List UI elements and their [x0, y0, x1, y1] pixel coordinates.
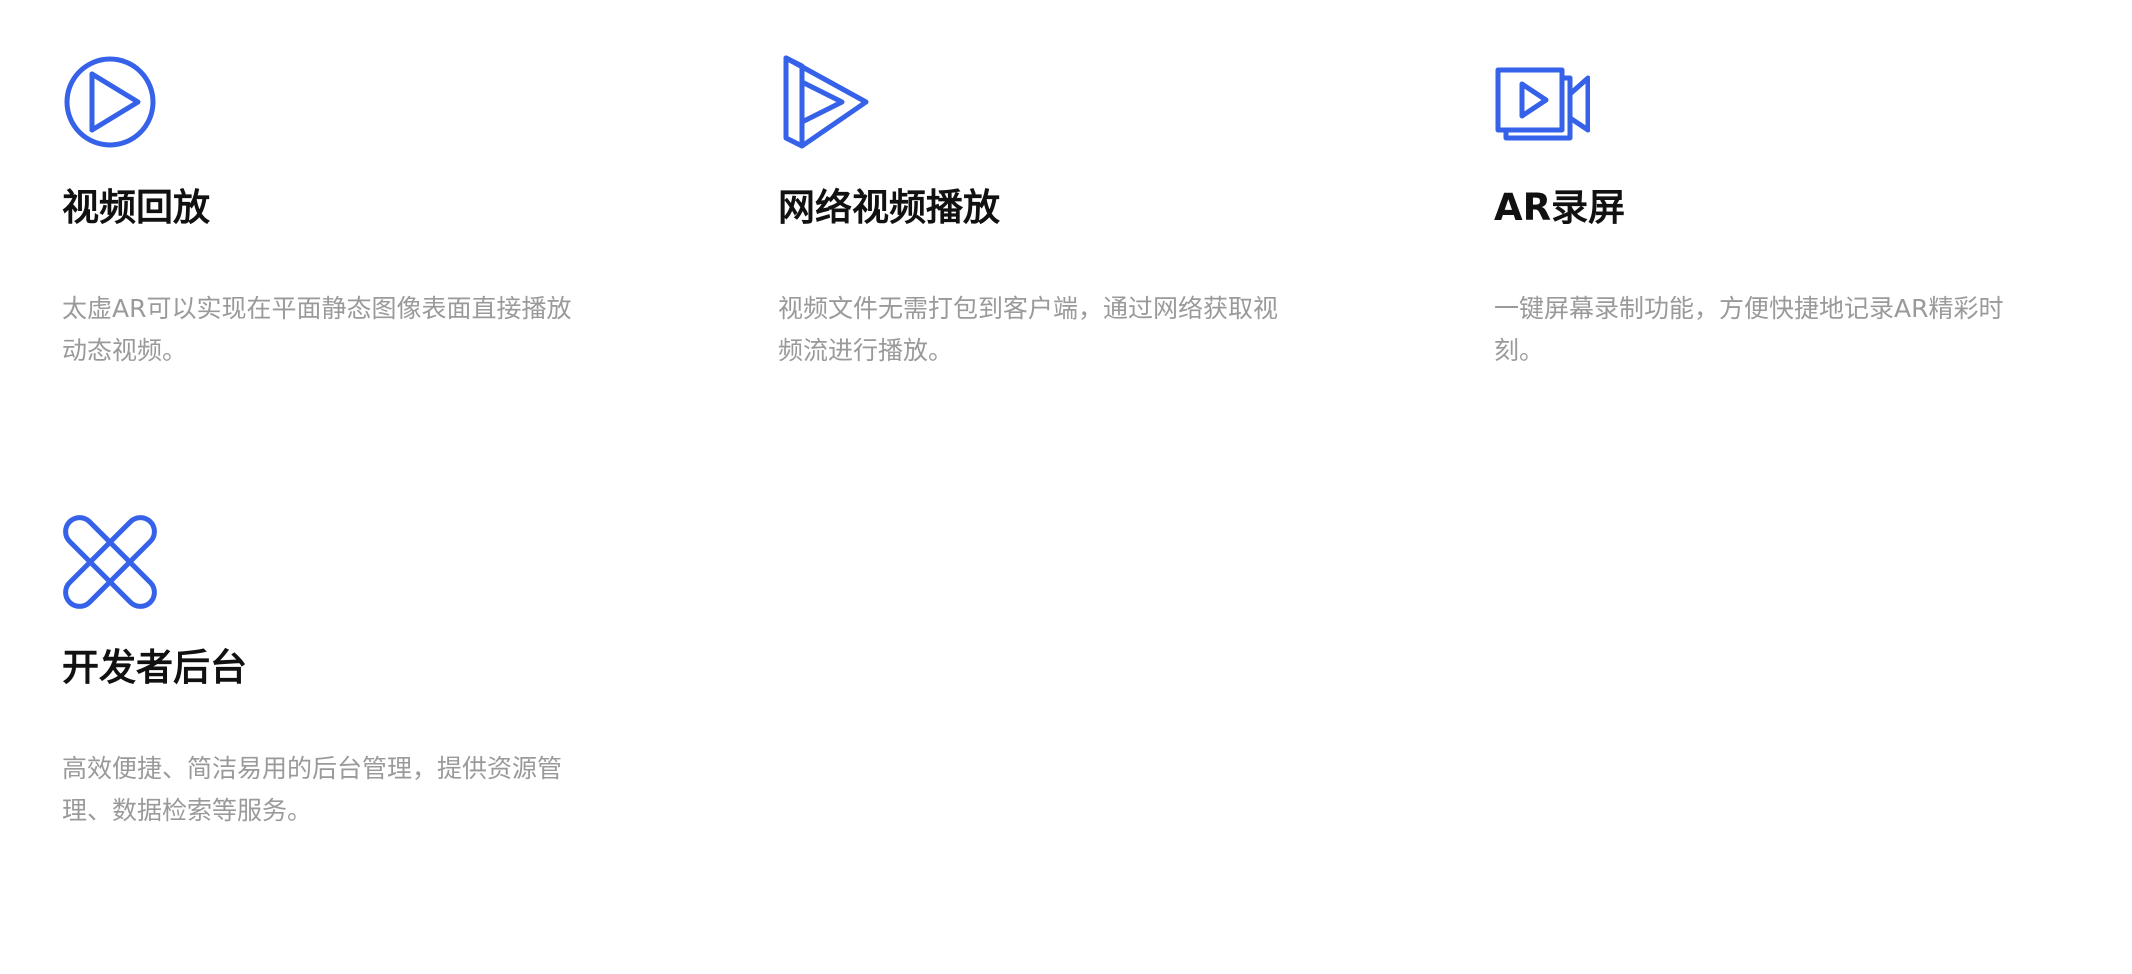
- feature-title: 开发者后台: [62, 646, 247, 689]
- play-circle-icon: [62, 54, 158, 150]
- feature-video-playback: 视频回放 太虚AR可以实现在平面静态图像表面直接播放动态视频。: [62, 54, 622, 514]
- feature-description: 视频文件无需打包到客户端，通过网络获取视频流进行播放。: [778, 294, 1279, 365]
- feature-title: AR录屏: [1494, 186, 1626, 229]
- feature-description: 高效便捷、简洁易用的后台管理，提供资源管理、数据检索等服务。: [62, 754, 563, 825]
- video-camera-icon: [1494, 54, 1590, 150]
- network-play-icon: [778, 54, 874, 150]
- feature-ar-recording: AR录屏 一键屏幕录制功能，方便快捷地记录AR精彩时刻。: [1494, 54, 2054, 514]
- features-grid: 视频回放 太虚AR可以实现在平面静态图像表面直接播放动态视频。 网络视频播放 视…: [62, 54, 2132, 974]
- feature-network-video: 网络视频播放 视频文件无需打包到客户端，通过网络获取视频流进行播放。: [778, 54, 1338, 514]
- feature-description: 太虚AR可以实现在平面静态图像表面直接播放动态视频。: [62, 294, 572, 365]
- developer-backend-icon: [62, 514, 158, 610]
- feature-description: 一键屏幕录制功能，方便快捷地记录AR精彩时刻。: [1494, 294, 2004, 365]
- feature-title: 网络视频播放: [778, 186, 1000, 229]
- feature-title: 视频回放: [62, 186, 210, 229]
- feature-developer-backend: 开发者后台 高效便捷、简洁易用的后台管理，提供资源管理、数据检索等服务。: [62, 514, 622, 974]
